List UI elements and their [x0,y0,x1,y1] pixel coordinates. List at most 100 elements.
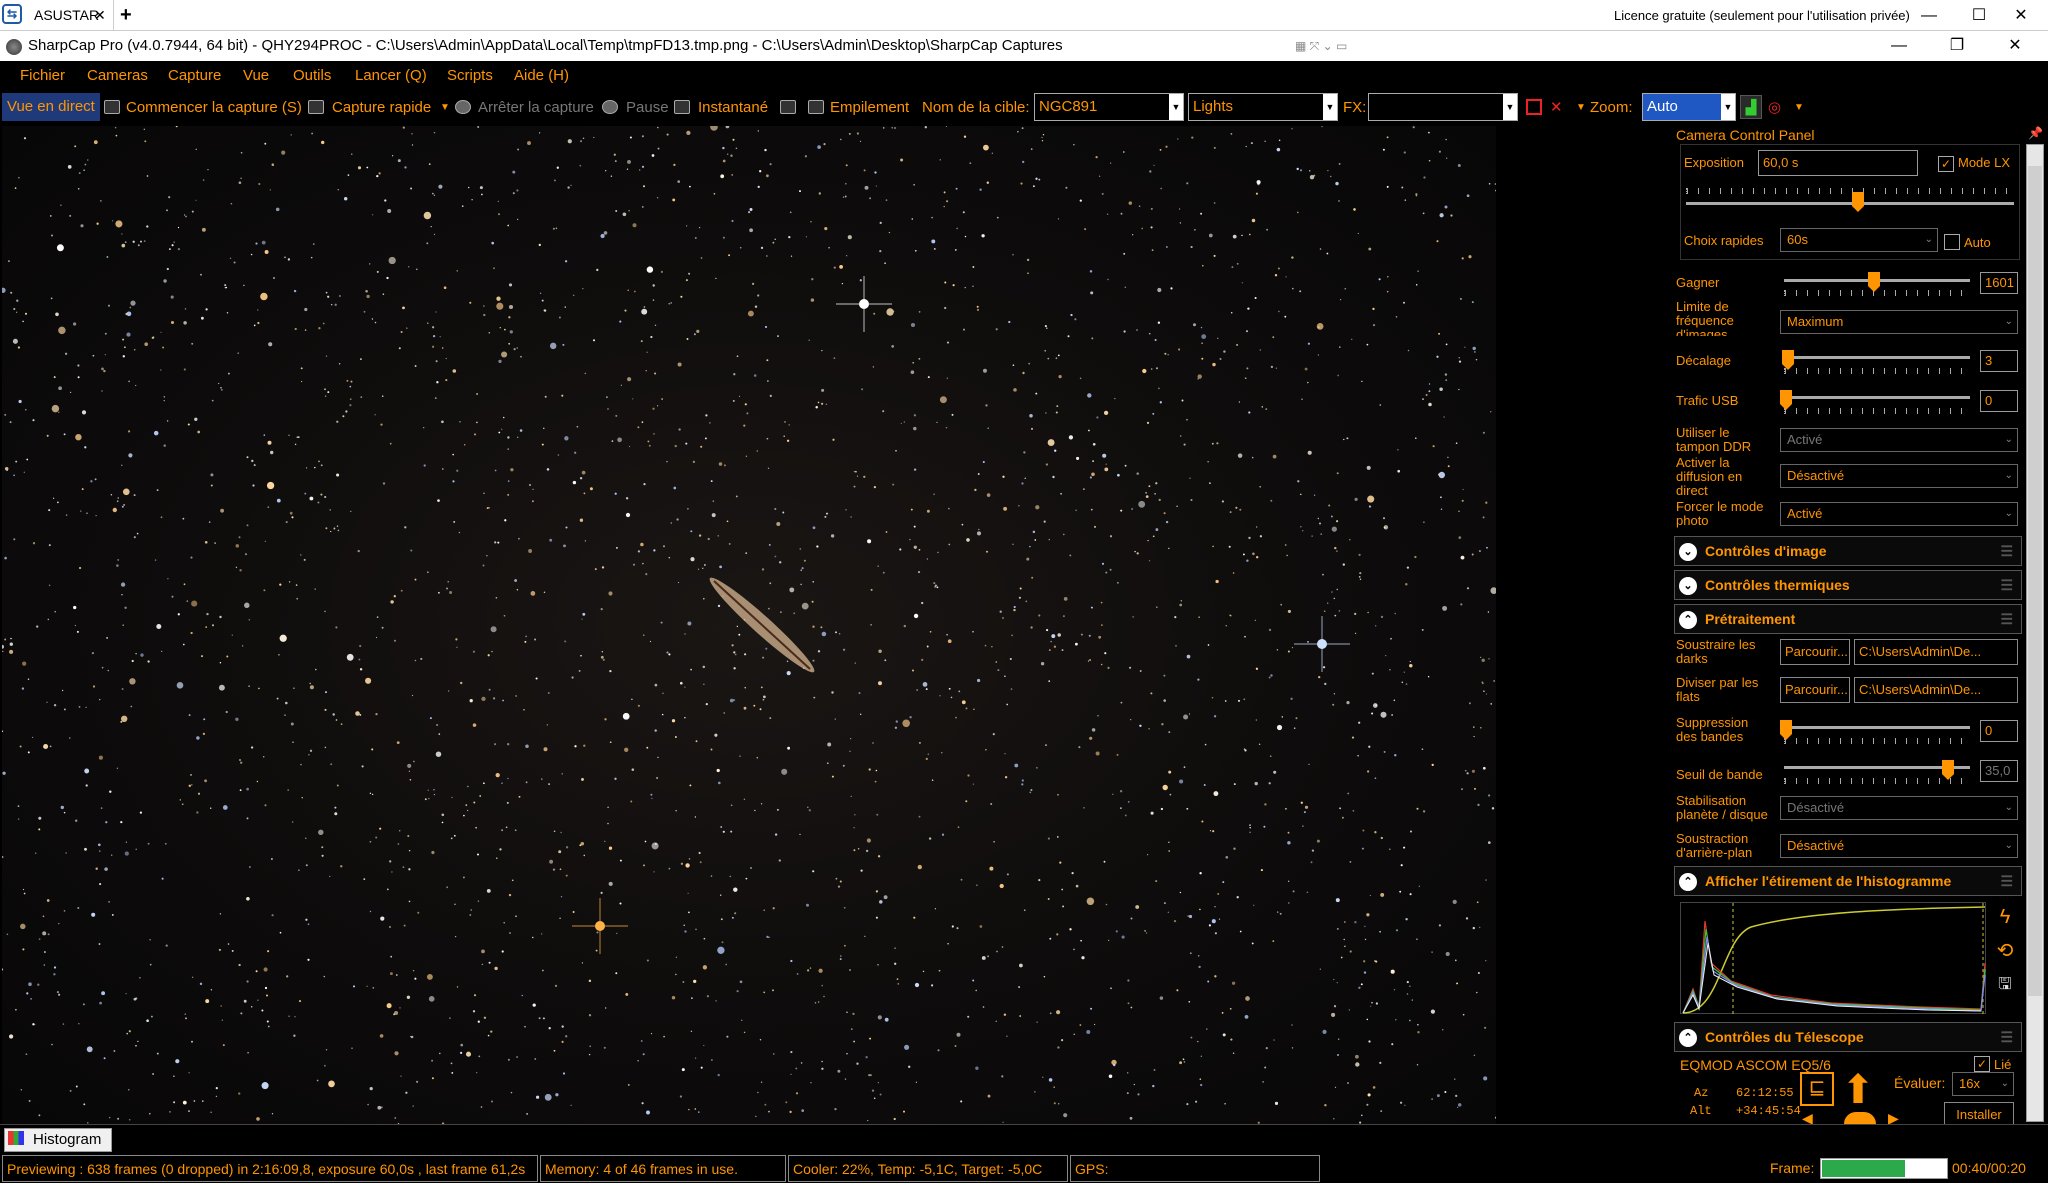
star [588,979,592,983]
offset-input[interactable]: 3 [1980,350,2018,372]
star [469,699,473,703]
band-threshold-input[interactable]: 35,0 [1980,760,2018,782]
pin-icon[interactable]: 📌 [2028,126,2043,140]
teamviewer-icon[interactable]: ⇆ [2,4,22,24]
arrow-up-icon[interactable]: ⬆ [1838,1070,1878,1112]
menu-icon[interactable]: ☰ [2000,537,2013,565]
start-capture-button[interactable]: Commencer la capture (S) [126,93,302,123]
quick-capture-button[interactable]: Capture rapide [332,93,431,123]
chevron-down-icon[interactable]: ▼ [1576,93,1586,123]
menu-icon[interactable]: ☰ [2000,605,2013,633]
star [1089,736,1093,740]
menu-icon[interactable]: ☰ [2000,1023,2013,1051]
star [231,949,234,952]
offset-slider-thumb[interactable] [1782,350,1794,370]
star [211,399,214,402]
scrollbar-thumb[interactable] [2028,166,2042,996]
crosshair-icon[interactable]: ✕ [1550,93,1563,123]
thermal-controls-section[interactable]: ⌄ Contrôles thermiques ☰ [1674,570,2022,600]
snapshot-button[interactable]: Instantané [698,93,768,123]
stacking-button[interactable]: Empilement [830,93,909,123]
quick-choices-select[interactable]: 60s ⌄ [1780,228,1938,252]
minimize-icon[interactable]: — [1914,0,1944,31]
histogram-icon[interactable]: ▟ [1740,95,1762,119]
gain-slider-thumb[interactable] [1868,272,1880,292]
menu-lancer[interactable]: Lancer (Q) [355,61,427,91]
reset-icon[interactable]: ⟲ [1990,936,2020,966]
save-icon[interactable]: 🖫 [1990,970,2020,1000]
target-icon[interactable]: ◎ [1768,93,1781,123]
star [140,653,144,657]
chevron-down-icon[interactable]: ▼ [440,93,450,123]
force-photo-select[interactable]: Activé ⌄ [1780,502,2018,526]
menu-capture[interactable]: Capture [168,61,221,91]
usb-slider-track[interactable] [1784,396,1970,399]
remote-tools-icon[interactable]: ▦ ⤧ ⌄ ▭ [1295,31,1347,61]
menu-aide[interactable]: Aide (H) [514,61,569,91]
lx-mode-checkbox[interactable]: ✓ [1938,156,1954,172]
bg-subtract-select[interactable]: Désactivé ⌄ [1780,834,2018,858]
frame-type-select[interactable]: Lights ▼ [1188,93,1338,121]
star [1468,255,1472,259]
live-stream-select[interactable]: Désactivé ⌄ [1780,464,2018,488]
lightning-icon[interactable]: ϟ [1990,902,2020,932]
star [1466,772,1469,775]
close-button[interactable]: ✕ [1992,31,2038,61]
menu-icon[interactable]: ☰ [2000,571,2013,599]
darks-path-field[interactable]: C:\Users\Admin\De... [1854,639,2018,665]
histogram-stretch-section[interactable]: ⌃ Afficher l'étirement de l'histogramme ☰ [1674,866,2022,896]
usb-input[interactable]: 0 [1980,390,2018,412]
histogram-stretch-graph[interactable] [1680,902,1986,1015]
target-name-select[interactable]: NGC891 ▼ [1034,93,1184,121]
menu-outils[interactable]: Outils [293,61,331,91]
chevron-down-icon[interactable]: ▼ [1794,93,1804,123]
image-controls-section[interactable]: ⌄ Contrôles d'image ☰ [1674,536,2022,566]
menu-scripts[interactable]: Scripts [447,61,493,91]
star [1442,605,1448,611]
monitor-icon[interactable] [780,100,796,114]
telescope-controls-section[interactable]: ⌃ Contrôles du Télescope ☰ [1674,1022,2022,1052]
ddr-buffer-select[interactable]: Activé ⌄ [1780,428,2018,452]
star [725,963,728,966]
usb-slider-thumb[interactable] [1780,390,1792,410]
park-icon[interactable]: ⊑ [1800,1072,1834,1106]
band-threshold-slider-thumb[interactable] [1942,760,1954,780]
offset-slider-track[interactable] [1784,356,1970,359]
stop-capture-button[interactable]: Arrêter la capture [478,93,594,123]
star [732,138,735,141]
banding-slider-thumb[interactable] [1780,720,1792,740]
restore-button[interactable]: ❐ [1934,31,1980,61]
zoom-select[interactable]: Auto ▼ [1642,93,1736,121]
flats-path-field[interactable]: C:\Users\Admin\De... [1854,677,2018,703]
maximize-icon[interactable]: ☐ [1964,0,1994,31]
stabilization-select[interactable]: Désactivé ⌄ [1780,796,2018,820]
minimize-button[interactable]: — [1876,31,1922,61]
pause-button[interactable]: Pause [626,93,669,123]
close-icon[interactable]: ✕ [2006,0,2036,31]
gain-input[interactable]: 1601 [1980,272,2018,294]
exposure-input[interactable]: 60,0 s [1758,150,1918,176]
browse-flats-button[interactable]: Parcourir... [1780,677,1850,703]
live-image-view[interactable] [2,126,1496,1124]
crosshair-box-icon[interactable] [1526,99,1542,115]
fx-select[interactable]: ▼ [1368,93,1518,121]
new-tab-icon[interactable]: + [120,0,132,31]
preprocessing-section[interactable]: ⌃ Prétraitement ☰ [1674,604,2022,634]
banding-input[interactable]: 0 [1980,720,2018,742]
stop-slew-icon[interactable] [1844,1112,1876,1124]
browse-darks-button[interactable]: Parcourir... [1780,639,1850,665]
star [712,500,714,502]
banding-slider-track[interactable] [1784,726,1970,729]
close-tab-icon[interactable]: ✕ [94,0,106,31]
exposure-slider-track[interactable] [1686,202,2014,205]
live-view-button[interactable]: Vue en direct [2,93,100,121]
menu-vue[interactable]: Vue [243,61,269,91]
linked-checkbox[interactable]: ✓ [1974,1056,1990,1072]
menu-fichier[interactable]: Fichier [20,61,65,91]
rate-select[interactable]: 16x ⌄ [1952,1072,2014,1096]
frame-limit-select[interactable]: Maximum ⌄ [1780,310,2018,334]
star [1268,676,1271,679]
menu-icon[interactable]: ☰ [2000,867,2013,895]
auto-checkbox[interactable] [1944,234,1960,250]
menu-cameras[interactable]: Cameras [87,61,148,91]
